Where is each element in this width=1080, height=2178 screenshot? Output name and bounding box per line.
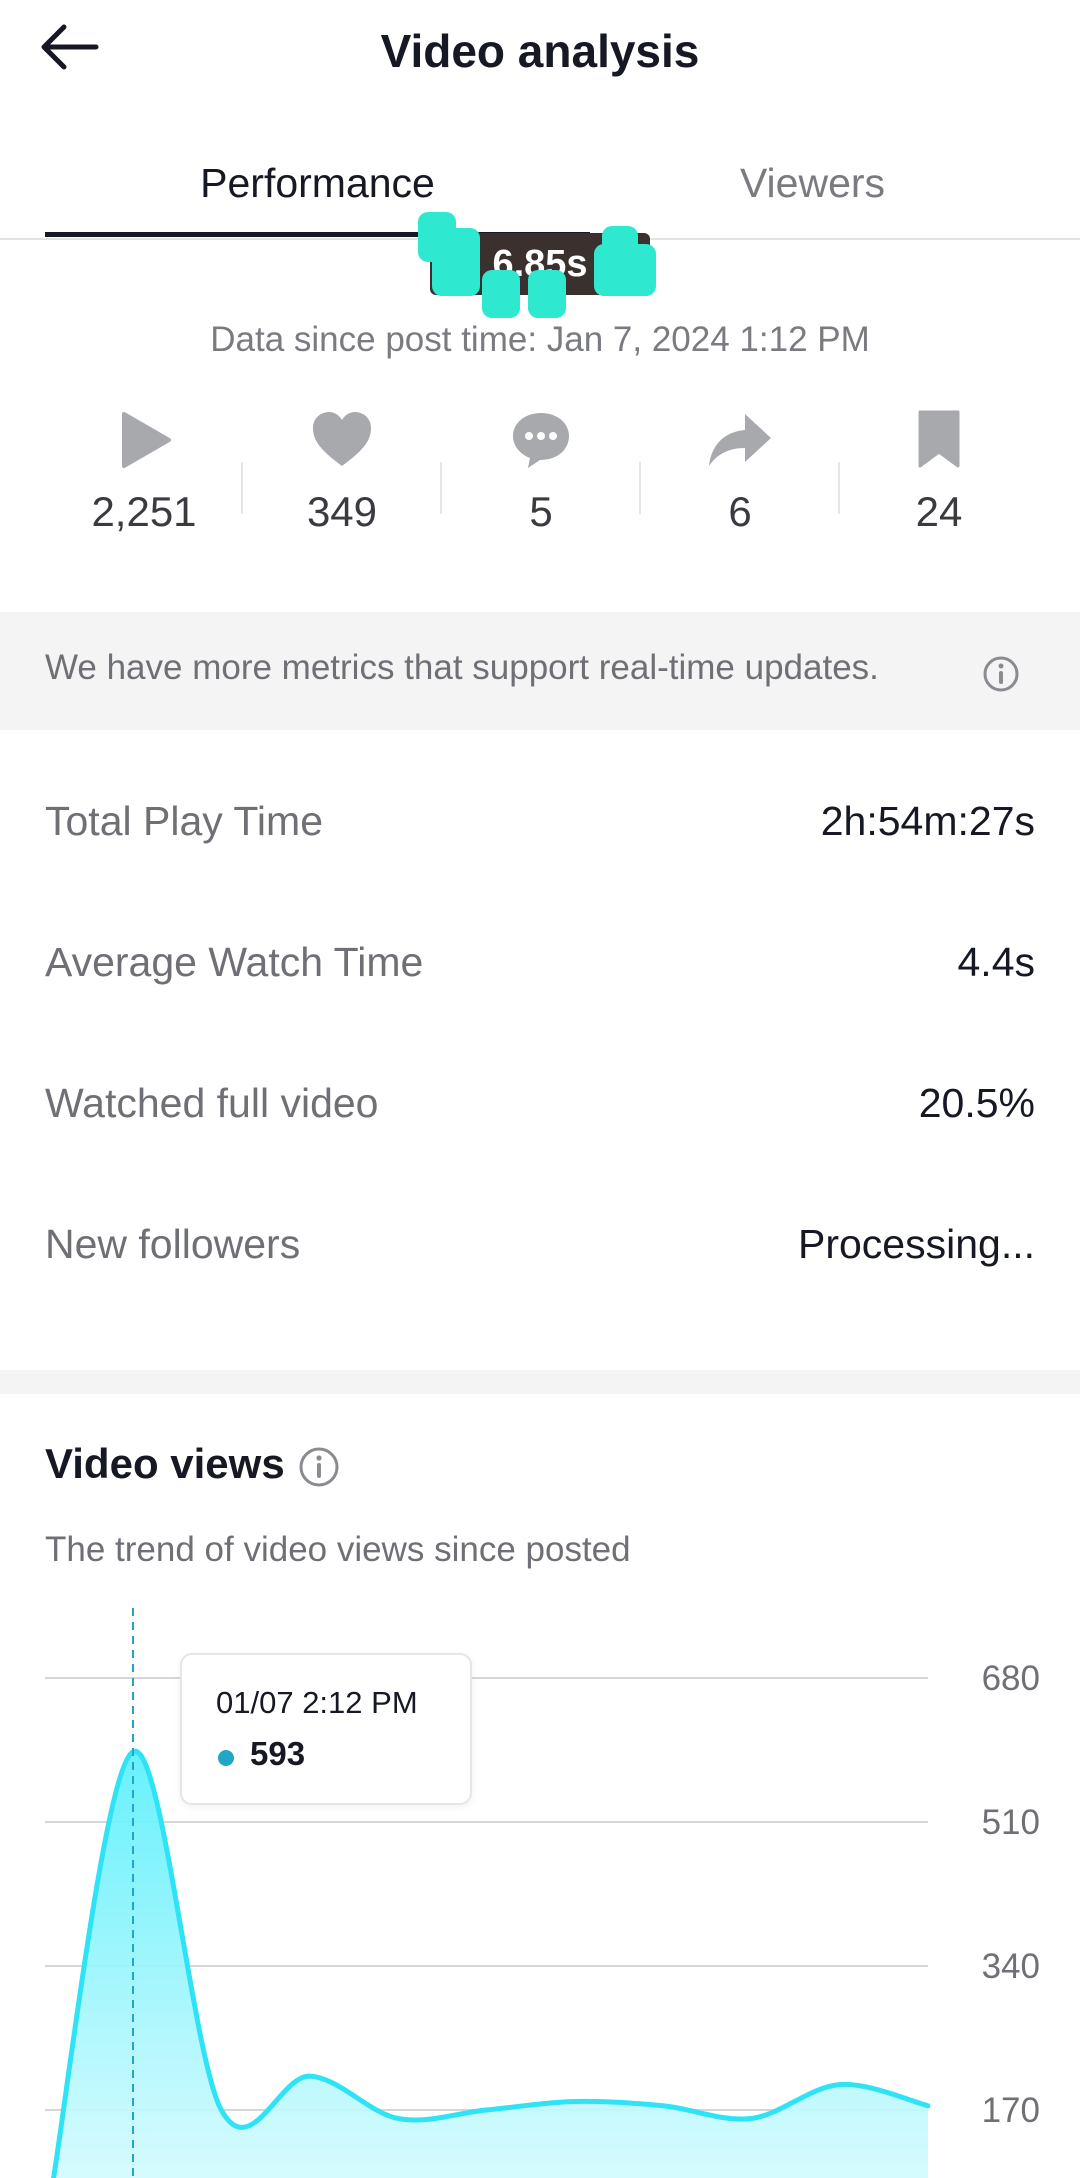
stat-comments: 5 xyxy=(442,410,640,536)
comments-count: 5 xyxy=(529,488,553,535)
stat-likes: 349 xyxy=(243,410,441,536)
data-since-text: Data since post time: Jan 7, 2024 1:12 P… xyxy=(210,320,870,359)
page-title: Video analysis xyxy=(380,25,700,77)
metric-total-play-time: Total Play Time 2h:54m:27s xyxy=(45,798,1035,858)
engagement-stats: 2,251 349 5 6 24 xyxy=(45,410,1040,570)
tab-bar: Performance Viewers xyxy=(0,140,1080,240)
sticker-decoration xyxy=(528,270,566,318)
video-views-subtitle: The trend of video views since posted xyxy=(45,1530,631,1569)
chart-tooltip: 01/07 2:12 PM 593 xyxy=(180,1653,472,1805)
views-area xyxy=(53,1751,928,2178)
share-icon xyxy=(709,414,771,466)
metric-label: Total Play Time xyxy=(45,798,323,844)
metric-label: Watched full video xyxy=(45,1080,379,1126)
metric-label: Average Watch Time xyxy=(45,939,424,985)
stat-shares: 6 xyxy=(641,410,839,536)
video-views-title: Video views xyxy=(45,1440,285,1487)
likes-count: 349 xyxy=(306,488,378,535)
sticker-decoration xyxy=(594,244,656,296)
page: Video analysis Performance Viewers 6.85s… xyxy=(0,0,1080,2178)
y-tick-label: 340 xyxy=(982,1947,1040,1986)
stat-favorites: 24 xyxy=(840,410,1038,536)
tooltip-series-dot xyxy=(218,1750,234,1766)
metric-new-followers: New followers Processing... xyxy=(45,1221,1035,1281)
tab-performance[interactable]: Performance xyxy=(45,160,590,207)
tooltip-date: 01/07 2:12 PM xyxy=(216,1685,418,1720)
favorites-count: 24 xyxy=(915,488,963,535)
views-count: 2,251 xyxy=(91,488,197,535)
tooltip-value: 593 xyxy=(250,1735,306,1772)
info-icon[interactable] xyxy=(982,655,1020,698)
header: Video analysis xyxy=(0,0,1080,110)
sticker-decoration xyxy=(482,270,520,318)
y-tick-label: 170 xyxy=(982,2091,1040,2130)
metric-value: 2h:54m:27s xyxy=(820,798,1035,844)
metric-label: New followers xyxy=(45,1221,301,1267)
metric-value: Processing... xyxy=(798,1221,1035,1267)
shares-count: 6 xyxy=(728,488,752,535)
metric-watched-full-video: Watched full video 20.5% xyxy=(45,1080,1035,1140)
sticker-decoration xyxy=(432,228,480,296)
heart-icon xyxy=(313,412,371,466)
metric-average-watch-time: Average Watch Time 4.4s xyxy=(45,939,1035,999)
stat-views: 2,251 xyxy=(45,410,243,536)
play-icon xyxy=(122,412,171,468)
video-views-chart[interactable]: 680 510 340 170 xyxy=(0,1600,1080,2178)
metric-value: 20.5% xyxy=(918,1080,1035,1126)
section-divider xyxy=(0,1370,1080,1394)
y-tick-label: 680 xyxy=(982,1659,1040,1698)
bookmark-icon xyxy=(918,410,960,468)
realtime-metrics-banner: We have more metrics that support real-t… xyxy=(0,612,1080,730)
metric-value: 4.4s xyxy=(957,939,1036,985)
y-tick-label: 510 xyxy=(982,1803,1040,1842)
info-icon[interactable] xyxy=(298,1446,340,1493)
banner-text: We have more metrics that support real-t… xyxy=(45,648,879,687)
tab-viewers[interactable]: Viewers xyxy=(540,160,1080,207)
comment-icon xyxy=(513,413,569,468)
